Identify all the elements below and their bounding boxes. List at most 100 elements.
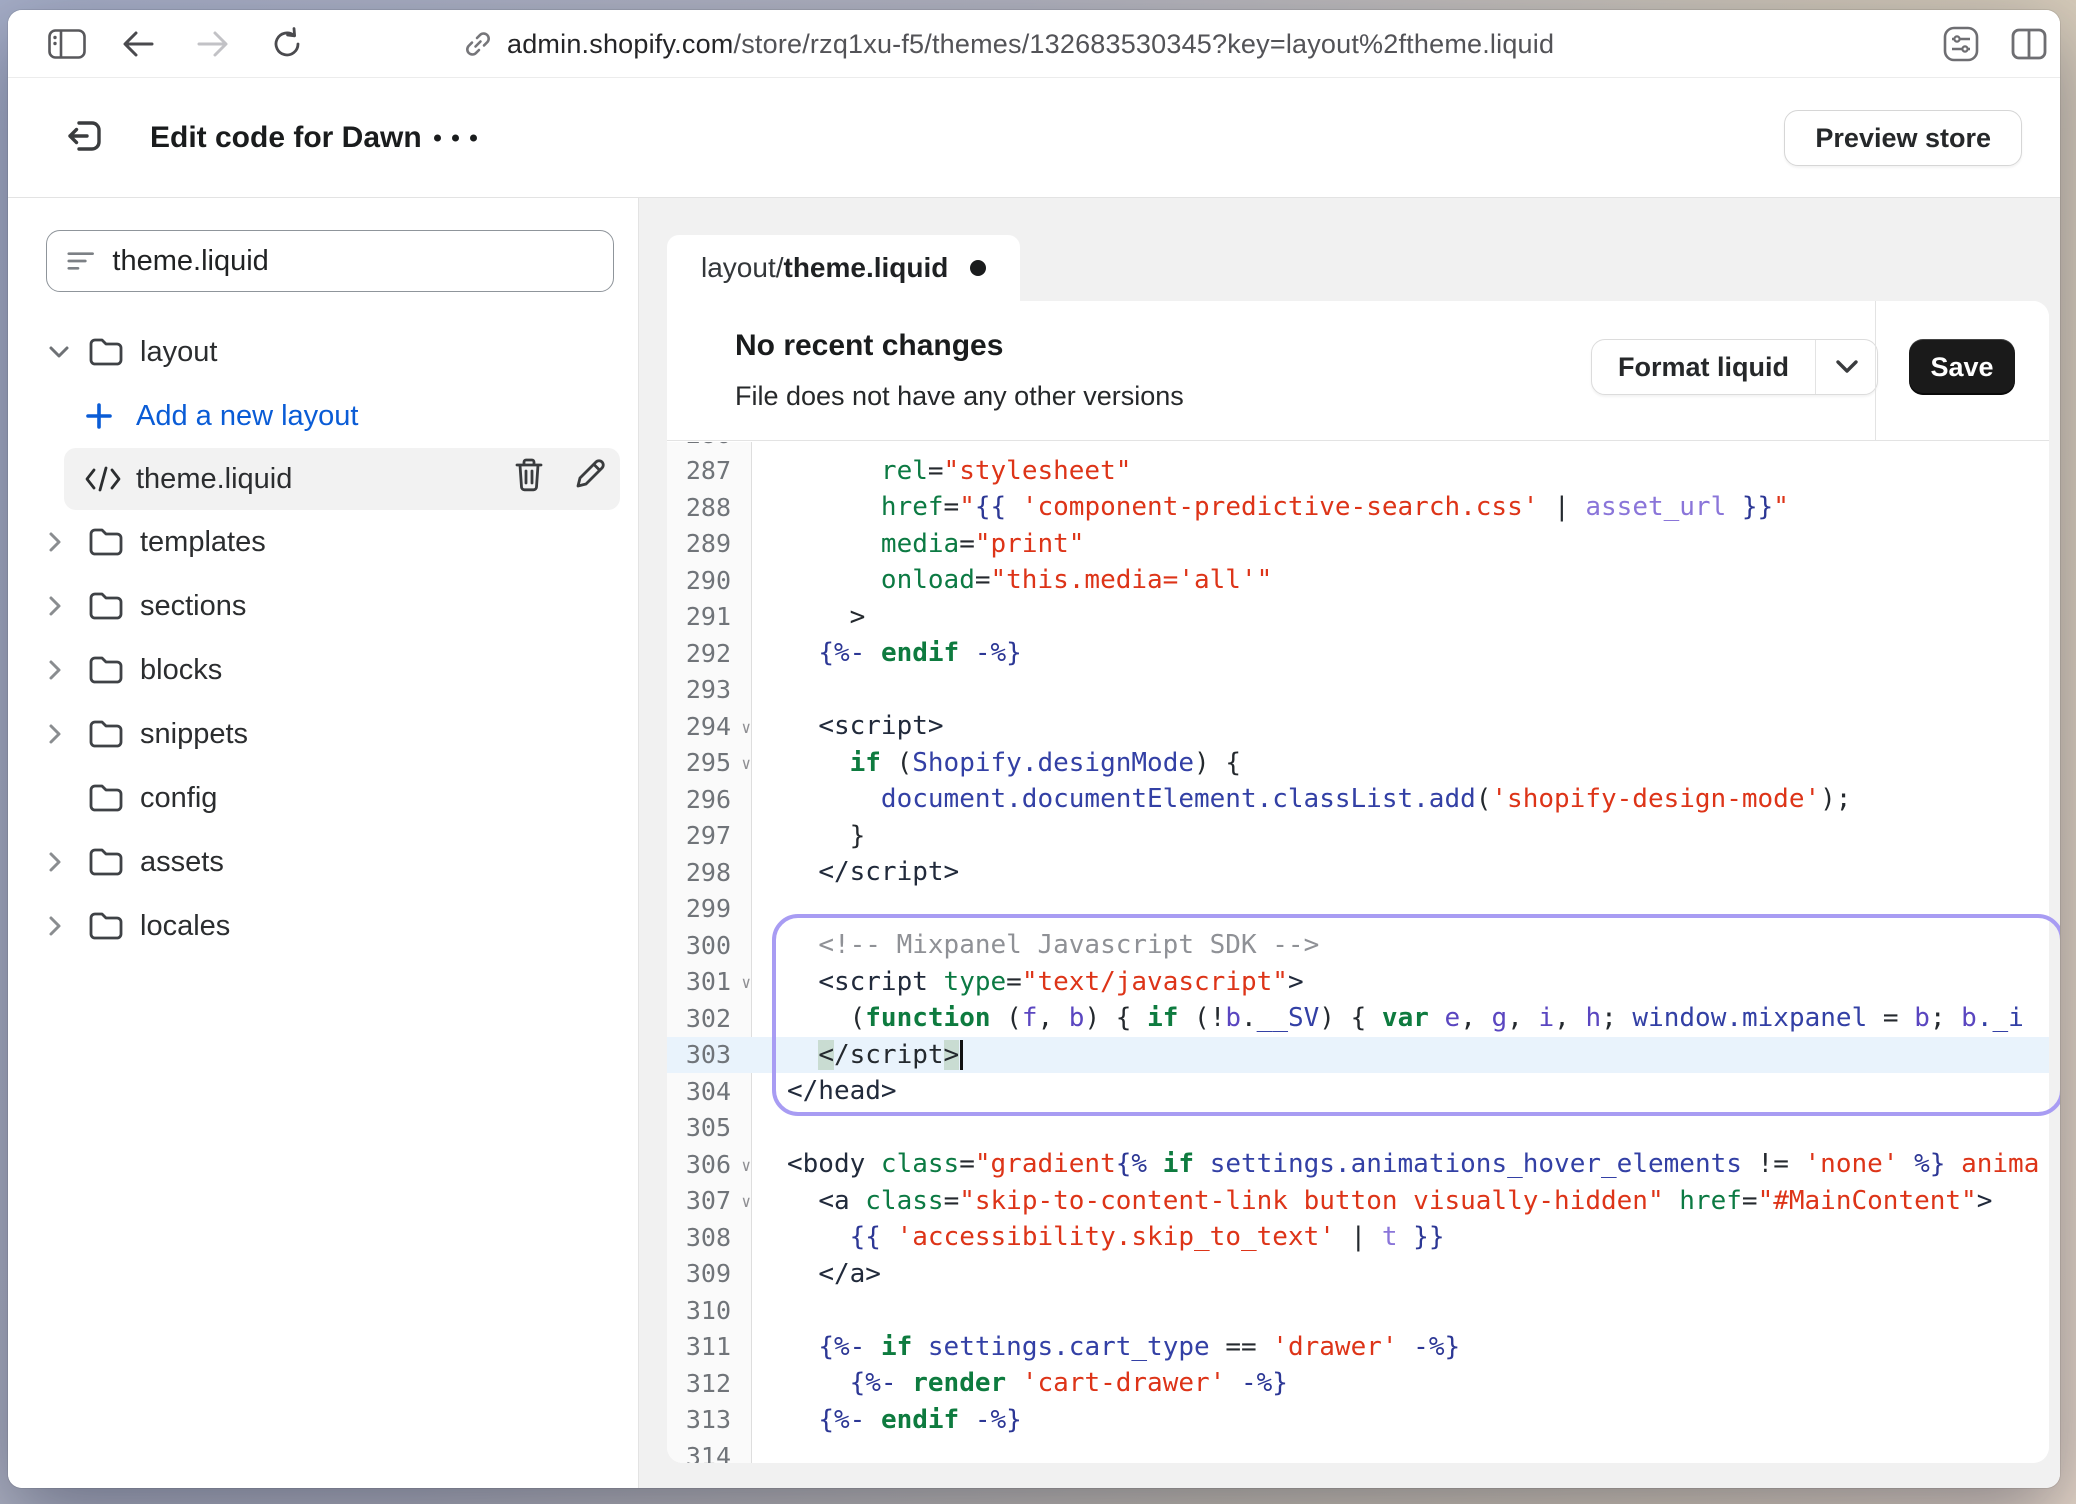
code-line-297[interactable]: 297 } xyxy=(667,818,2049,855)
sidebar-item-assets[interactable]: assets xyxy=(8,830,638,894)
code-line-289[interactable]: 289 media="print" xyxy=(667,526,2049,563)
file-tree: layout Add a new layout theme.liquid templa… xyxy=(8,320,638,958)
file-filter-box[interactable] xyxy=(46,230,614,292)
pencil-button[interactable] xyxy=(574,458,606,500)
fold-toggle-icon[interactable]: ∨ xyxy=(741,1192,751,1211)
sidebar-item-locales[interactable]: locales xyxy=(8,894,638,958)
sidebar-item-label: Add a new layout xyxy=(136,400,358,433)
back-icon[interactable] xyxy=(121,30,155,58)
line-number: 311 xyxy=(667,1332,753,1361)
line-number: 314 xyxy=(667,1442,753,1463)
code-line-294[interactable]: 294∨ <script> xyxy=(667,708,2049,745)
sidebar-item-templates[interactable]: templates xyxy=(8,510,638,574)
chevron-right-icon xyxy=(48,531,62,553)
line-number: 298 xyxy=(667,858,753,887)
line-number: 312 xyxy=(667,1369,753,1398)
sidebar-item-config[interactable]: config xyxy=(8,766,638,830)
code-editor[interactable]: 286 <link287 rel="stylesheet"288 href="{… xyxy=(667,442,2049,1463)
code-line-295[interactable]: 295∨ if (Shopify.designMode) { xyxy=(667,745,2049,782)
more-menu-button[interactable] xyxy=(424,124,487,151)
sidebar-item-layout[interactable]: layout xyxy=(8,320,638,384)
split-view-icon[interactable] xyxy=(2011,28,2047,60)
tab-theme-liquid[interactable]: layout/theme.liquid xyxy=(667,235,1020,301)
file-filter-input[interactable] xyxy=(112,245,593,278)
page-settings-icon[interactable] xyxy=(1941,26,1981,62)
code-line-306[interactable]: 306∨<body class="gradient{% if settings.… xyxy=(667,1146,2049,1183)
code-line-301[interactable]: 301∨ <script type="text/javascript"> xyxy=(667,964,2049,1001)
address-bar[interactable]: admin.shopify.com/store/rzq1xu-f5/themes… xyxy=(463,10,1554,78)
code-line-291[interactable]: 291 > xyxy=(667,599,2049,636)
line-number: 308 xyxy=(667,1223,753,1252)
preview-store-button[interactable]: Preview store xyxy=(1784,110,2022,166)
code-editor-card: No recent changes File does not have any… xyxy=(667,301,2049,1463)
code-line-286[interactable]: 286 <link xyxy=(667,442,2049,453)
code-line-305[interactable]: 305 xyxy=(667,1110,2049,1147)
editor-area: layout/theme.liquid No recent changes Fi… xyxy=(638,198,2060,1488)
code-line-311[interactable]: 311 {%- if settings.cart_type == 'drawer… xyxy=(667,1329,2049,1366)
line-number: 309 xyxy=(667,1259,753,1288)
browser-toolbar: admin.shopify.com/store/rzq1xu-f5/themes… xyxy=(8,10,2060,78)
folder-icon xyxy=(88,527,124,557)
fold-toggle-icon[interactable]: ∨ xyxy=(741,754,751,773)
code-line-290[interactable]: 290 onload="this.media='all'" xyxy=(667,562,2049,599)
exit-editor-button[interactable] xyxy=(58,108,114,164)
code-line-310[interactable]: 310 xyxy=(667,1292,2049,1329)
folder-icon xyxy=(88,783,124,813)
line-number: 294∨ xyxy=(667,712,753,741)
code-line-303[interactable]: 303 </script> xyxy=(667,1037,2049,1074)
sidebar-item-label: theme.liquid xyxy=(136,463,292,496)
sidebar-item-add-a-new-layout[interactable]: Add a new layout xyxy=(8,384,638,448)
code-line-304[interactable]: 304</head> xyxy=(667,1073,2049,1110)
code-line-313[interactable]: 313 {%- endif -%} xyxy=(667,1402,2049,1439)
trash-button[interactable] xyxy=(514,458,544,500)
pencil-icon[interactable] xyxy=(574,458,606,490)
fold-toggle-icon[interactable]: ∨ xyxy=(741,1156,751,1175)
folder-icon xyxy=(88,847,124,877)
exit-icon xyxy=(65,115,107,157)
line-number: 307∨ xyxy=(667,1186,753,1215)
chevron-right-icon xyxy=(48,723,62,745)
code-line-314[interactable]: 314 xyxy=(667,1438,2049,1463)
sidebar-item-blocks[interactable]: blocks xyxy=(8,638,638,702)
line-number: 302 xyxy=(667,1004,753,1033)
code-line-293[interactable]: 293 xyxy=(667,672,2049,709)
format-options-chevron[interactable] xyxy=(1815,340,1877,394)
line-number: 300 xyxy=(667,931,753,960)
sidebar-item-theme-liquid[interactable]: theme.liquid xyxy=(64,448,620,510)
line-number: 296 xyxy=(667,785,753,814)
reload-icon[interactable] xyxy=(270,27,304,61)
format-liquid-button[interactable]: Format liquid xyxy=(1591,339,1878,395)
code-line-288[interactable]: 288 href="{{ 'component-predictive-searc… xyxy=(667,489,2049,526)
code-line-312[interactable]: 312 {%- render 'cart-drawer' -%} xyxy=(667,1365,2049,1402)
unsaved-dot-icon xyxy=(970,260,986,276)
sidebar-item-label: assets xyxy=(140,846,224,879)
code-line-296[interactable]: 296 document.documentElement.classList.a… xyxy=(667,781,2049,818)
folder-icon xyxy=(88,591,124,621)
code-line-300[interactable]: 300 <!-- Mixpanel Javascript SDK --> xyxy=(667,927,2049,964)
plus-icon xyxy=(84,401,114,431)
sidebar-item-label: config xyxy=(140,782,217,815)
file-sidebar: layout Add a new layout theme.liquid templa… xyxy=(8,198,638,1488)
code-line-287[interactable]: 287 rel="stylesheet" xyxy=(667,453,2049,490)
sidebar-item-sections[interactable]: sections xyxy=(8,574,638,638)
sidebar-toggle-icon[interactable] xyxy=(48,29,86,59)
filter-icon xyxy=(67,249,94,273)
code-line-302[interactable]: 302 (function (f, b) { if (!b.__SV) { va… xyxy=(667,1000,2049,1037)
fold-toggle-icon[interactable]: ∨ xyxy=(741,718,751,737)
line-number: 297 xyxy=(667,821,753,850)
chevron-right-icon xyxy=(48,851,62,873)
code-line-292[interactable]: 292 {%- endif -%} xyxy=(667,635,2049,672)
fold-toggle-icon[interactable]: ∨ xyxy=(741,973,751,992)
folder-icon xyxy=(88,337,124,367)
code-line-309[interactable]: 309 </a> xyxy=(667,1256,2049,1293)
forward-icon[interactable] xyxy=(196,30,230,58)
url-text: admin.shopify.com/store/rzq1xu-f5/themes… xyxy=(507,29,1554,60)
code-line-298[interactable]: 298 </script> xyxy=(667,854,2049,891)
sidebar-item-snippets[interactable]: snippets xyxy=(8,702,638,766)
code-line-299[interactable]: 299 xyxy=(667,891,2049,928)
code-line-307[interactable]: 307∨ <a class="skip-to-content-link butt… xyxy=(667,1183,2049,1220)
save-button[interactable]: Save xyxy=(1909,339,2015,395)
trash-icon[interactable] xyxy=(514,458,544,492)
folder-icon xyxy=(88,719,124,749)
code-line-308[interactable]: 308 {{ 'accessibility.skip_to_text' | t … xyxy=(667,1219,2049,1256)
